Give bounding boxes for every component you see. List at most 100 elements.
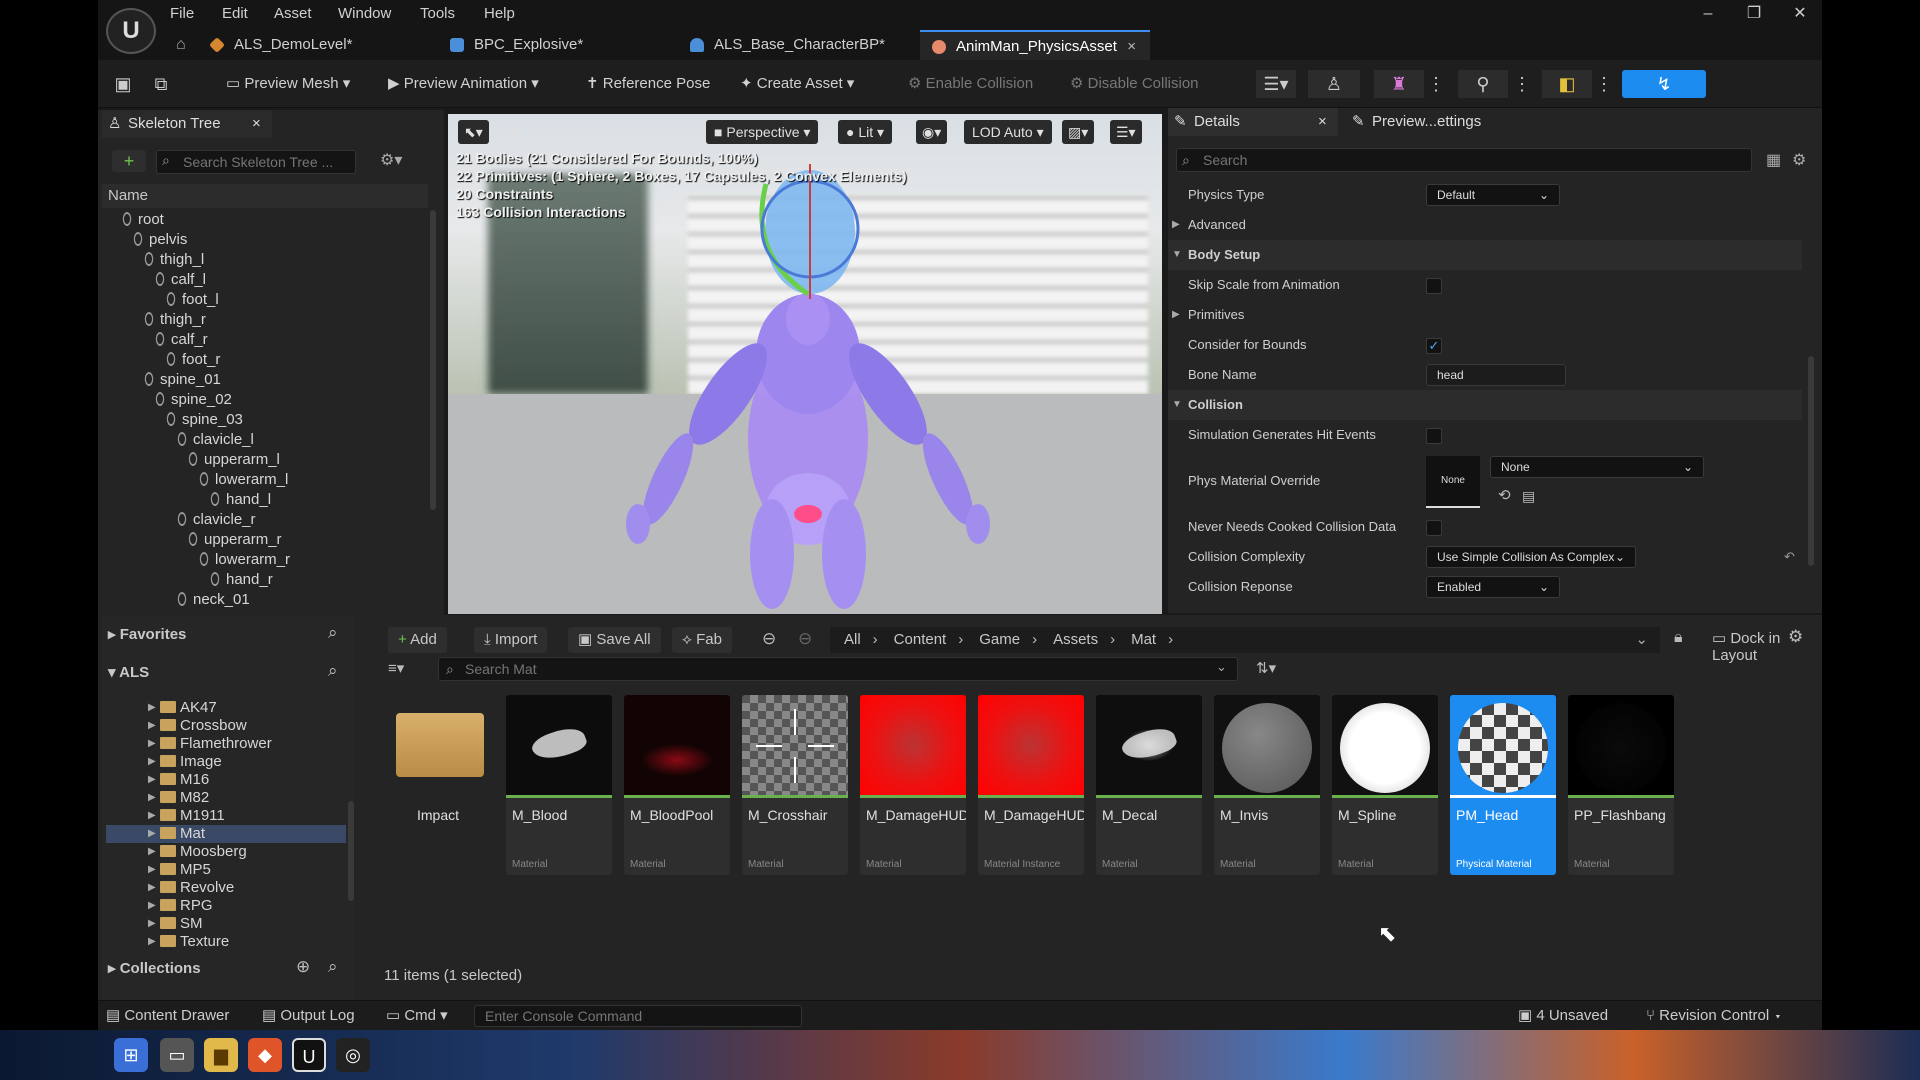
file-explorer-icon[interactable]: ▆ [204,1038,238,1072]
expand-arrow-icon[interactable]: ▸ [108,626,120,643]
expand-arrow-icon[interactable]: ▶ [148,717,156,735]
preview-mesh-button[interactable]: ▭ Preview Mesh ▾ [226,68,350,100]
coordinate-space-icon[interactable]: ↺▾ [614,120,633,144]
close-tab-icon[interactable]: × [1127,32,1136,62]
add-collection-icon[interactable]: ⊕ [296,957,310,977]
move-icon[interactable]: ✥ [532,120,544,144]
more-options-icon[interactable]: ⋮ [1512,70,1532,98]
phys-material-dropdown[interactable]: None ⌄ [1490,456,1704,478]
bone-row-pelvis[interactable]: pelvis [131,229,187,250]
asset-m-decal[interactable]: M_Decal Material [1096,695,1202,875]
folder-mat[interactable]: ▶ Mat [106,825,346,843]
menu-tools[interactable]: Tools [420,4,455,24]
expand-arrow-icon[interactable]: ▸ [108,960,120,977]
bone-row-root[interactable]: root [120,210,164,230]
collapse-arrow-icon[interactable]: ▼ [1172,240,1182,270]
menu-edit[interactable]: Edit [222,4,248,24]
scrollbar[interactable] [348,801,354,901]
primitives-row[interactable]: ▶ Primitives [1168,300,1802,330]
tab-als-demolevel[interactable]: ALS_DemoLevel* [198,30,418,60]
expand-arrow-icon[interactable]: ▶ [148,699,156,717]
viewport[interactable]: ⬉▾ ➤ ✥ ↻ ◱ ↺▾ ■ Perspective ▾ ● Lit ▾ ◉▾… [448,114,1162,614]
disable-collision-button[interactable]: ⚙ Disable Collision [1070,68,1199,100]
expand-arrow-icon[interactable]: ▶ [1172,210,1180,240]
bone-row-upperarm-r[interactable]: upperarm_r [186,529,282,550]
scale-icon[interactable]: ◱ [578,120,591,144]
lit-dropdown[interactable]: ● Lit ▾ [838,120,893,144]
consider-bounds-checkbox[interactable]: ✓ [1426,337,1442,354]
expand-arrow-icon[interactable]: ▶ [148,879,156,897]
bone-row-clavicle-l[interactable]: clavicle_l [175,429,254,450]
body-setup-section[interactable]: ▼ Body Setup [1168,240,1802,270]
skeleton-tree-tab[interactable]: ♙ Skeleton Tree × [102,110,272,138]
bone-row-thigh-r[interactable]: thigh_r [142,309,206,330]
folder-texture[interactable]: ▶ Texture [106,933,346,949]
add-bone-button[interactable]: + [112,150,146,172]
blueprint-mode-icon[interactable]: ◧ [1542,70,1592,98]
advanced-row[interactable]: ▶ Advanced [1168,210,1802,240]
folder-m16[interactable]: ▶ M16 [106,771,346,789]
folder-crossbow[interactable]: ▶ Crossbow [106,717,346,735]
folder-image[interactable]: ▶ Image [106,753,346,771]
home-icon[interactable]: ⌂ [176,36,186,54]
bone-row-spine-02[interactable]: spine_02 [153,389,232,410]
bone-row-lowerarm-r[interactable]: lowerarm_r [197,549,290,570]
bone-row-calf-r[interactable]: calf_r [153,329,208,350]
skeleton-mode-icon[interactable]: ♙ [1308,70,1360,98]
folder-m1911[interactable]: ▶ M1911 [106,807,346,825]
close-icon[interactable]: × [1318,108,1327,136]
expand-arrow-icon[interactable]: ▶ [148,735,156,753]
bone-row-upperarm-l[interactable]: upperarm_l [186,449,280,470]
expand-arrow-icon[interactable]: ▶ [148,933,156,949]
expand-arrow-icon[interactable]: ▶ [148,807,156,825]
physics-type-dropdown[interactable]: Default ⌄ [1426,184,1560,206]
reset-icon[interactable]: ↶ [1784,542,1795,572]
more-options-icon[interactable]: ⋮ [1426,70,1446,98]
skip-scale-checkbox[interactable] [1426,277,1442,294]
name-column-header[interactable]: Name [102,184,428,208]
folder-moosberg[interactable]: ▶ Moosberg [106,843,346,861]
asset-m-bloodpool[interactable]: M_BloodPool Material [624,695,730,875]
save-icon[interactable]: ▣ [108,70,138,98]
restore-button[interactable]: ❐ [1734,2,1774,26]
menu-file[interactable]: File [170,4,194,24]
folder-sm[interactable]: ▶ SM [106,915,346,933]
select-icon[interactable]: ➤ [508,120,520,144]
search-icon[interactable]: ⌕ [328,957,338,977]
select-mode-icon[interactable]: ⬉▾ [458,120,489,144]
tab-animman-physicsasset[interactable]: AnimMan_PhysicsAsset × [920,30,1150,60]
close-window-button[interactable]: ✕ [1780,2,1820,26]
expand-arrow-icon[interactable]: ▶ [148,825,156,843]
settings-gear-icon[interactable]: ⚙ [1792,150,1806,170]
folder-m82[interactable]: ▶ M82 [106,789,346,807]
details-tab[interactable]: ✎ Details × [1168,108,1338,136]
terminal-icon[interactable]: ▭ [160,1038,194,1072]
folder-mp5[interactable]: ▶ MP5 [106,861,346,879]
asset-m-damagehud[interactable]: M_DamageHUD Material [860,695,966,875]
table-view-icon[interactable]: ▦ [1766,150,1781,170]
revision-control-button[interactable]: ⑂ Revision Control ▾ [1646,1001,1782,1031]
screen-percentage-icon[interactable]: ▨▾ [1062,120,1095,144]
unreal-engine-icon[interactable]: U [292,1038,326,1072]
unsaved-button[interactable]: ▣ 4 Unsaved [1518,1001,1608,1031]
skeleton-search-input[interactable] [156,150,356,174]
expand-arrow-icon[interactable]: ▶ [148,915,156,933]
collision-response-dropdown[interactable]: Enabled ⌄ [1426,576,1560,598]
expand-arrow-icon[interactable]: ▶ [148,861,156,879]
details-search-input[interactable] [1176,148,1752,172]
asset-pp-flashbang[interactable]: PP_Flashbang Material [1568,695,1674,875]
scrollbar[interactable] [430,210,436,510]
bone-row-clavicle-r[interactable]: clavicle_r [175,509,256,530]
bone-row-thigh-l[interactable]: thigh_l [142,249,204,270]
collision-complexity-dropdown[interactable]: Use Simple Collision As Complex ⌄ [1426,546,1636,568]
console-input[interactable] [474,1005,802,1027]
hamburger-menu-icon[interactable]: ☰▾ [1256,70,1296,98]
lod-dropdown[interactable]: LOD Auto ▾ [964,120,1052,144]
collapse-arrow-icon[interactable]: ▾ [108,664,119,681]
bone-row-lowerarm-l[interactable]: lowerarm_l [197,469,288,490]
tab-als-base-characterbp[interactable]: ALS_Base_CharacterBP* [678,30,918,60]
browse-folder-icon[interactable]: ▤ [1522,486,1535,506]
asset-m-damagehud-inst[interactable]: M_DamageHUD_Inst Material Instance [978,695,1084,875]
animation-mode-icon[interactable]: ⚲ [1458,70,1508,98]
create-asset-button[interactable]: ✦ Create Asset ▾ [740,68,854,100]
